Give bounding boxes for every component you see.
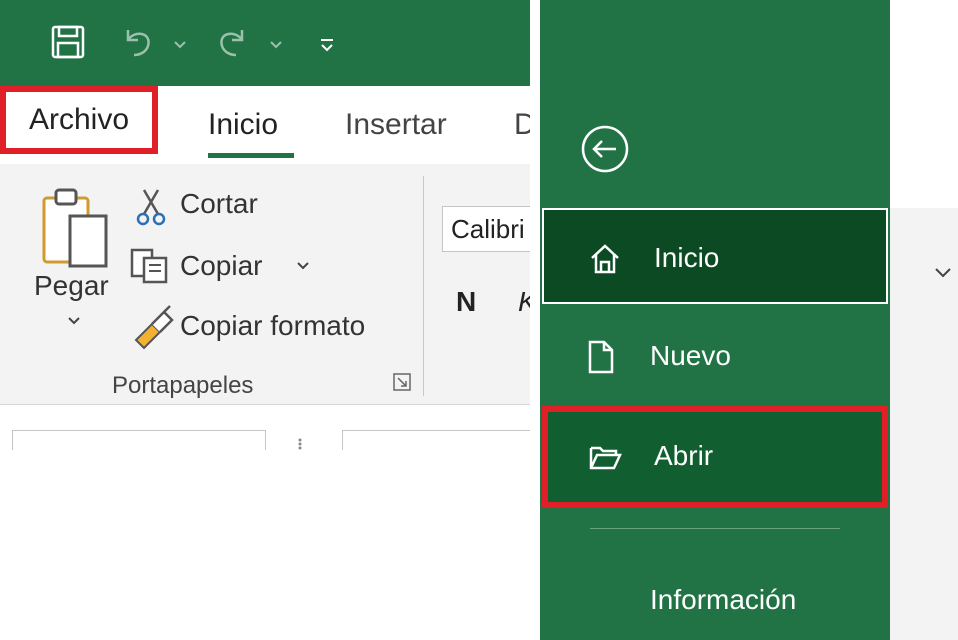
tab-insertar[interactable]: Insertar <box>345 108 447 142</box>
tab-partial[interactable]: D <box>514 108 530 142</box>
paste-icon[interactable] <box>40 186 110 276</box>
new-document-icon <box>588 340 614 374</box>
ribbon-body: Pegar Cortar Copiar Copiar formato Porta… <box>0 164 530 404</box>
backstage-item-label: Abrir <box>654 440 714 471</box>
undo-button[interactable] <box>118 22 158 62</box>
group-divider <box>423 176 424 396</box>
formula-bar[interactable] <box>342 430 530 450</box>
backstage-divider <box>590 528 840 529</box>
customize-icon <box>321 39 333 52</box>
copy-icon[interactable] <box>130 248 174 284</box>
tab-archivo-label: Archivo <box>28 103 130 136</box>
home-icon <box>591 244 619 274</box>
save-button[interactable] <box>48 22 88 62</box>
font-name-combobox[interactable]: Calibri <box>442 206 530 252</box>
ribbon-divider <box>0 404 530 405</box>
format-painter-icon[interactable] <box>130 304 176 350</box>
tab-inicio[interactable]: Inicio <box>208 108 278 142</box>
undo-dropdown[interactable] <box>170 30 190 60</box>
backstage-item-informacion[interactable]: Información <box>650 584 796 616</box>
clipboard-group-label: Portapapeles <box>112 372 254 399</box>
backstage-nav: Inicio Nuevo Abrir Información <box>540 0 890 640</box>
back-arrow-icon[interactable] <box>580 124 630 174</box>
tab-archivo[interactable]: Archivo <box>0 86 158 154</box>
active-tab-indicator <box>208 153 294 158</box>
ribbon-crop: Archivo Inicio Insertar D Pegar Cortar C… <box>0 0 530 450</box>
italic-button[interactable]: K <box>518 286 530 318</box>
font-name-value: Calibri <box>451 214 525 244</box>
scissors-icon[interactable] <box>134 188 168 226</box>
customize-qat-button[interactable] <box>315 30 339 60</box>
redo-button[interactable] <box>212 22 252 62</box>
chevron-down-icon <box>270 41 282 49</box>
chevron-down-icon[interactable] <box>932 266 954 280</box>
more-icon[interactable] <box>296 438 304 450</box>
quick-access-toolbar <box>0 0 530 86</box>
backstage-item-label: Nuevo <box>650 340 731 371</box>
open-folder-icon <box>589 446 622 470</box>
bold-button[interactable]: N <box>456 286 476 318</box>
copy-button[interactable]: Copiar <box>180 250 262 282</box>
backstage-item-nuevo[interactable]: Nuevo <box>540 308 890 404</box>
format-painter-button[interactable]: Copiar formato <box>180 310 365 342</box>
backstage-item-abrir[interactable]: Abrir <box>542 406 888 508</box>
cut-button[interactable]: Cortar <box>180 188 258 220</box>
dialog-launcher-icon[interactable] <box>392 372 412 392</box>
redo-dropdown[interactable] <box>266 30 286 60</box>
redo-icon <box>220 30 244 57</box>
backstage-item-label: Inicio <box>654 242 720 273</box>
ribbon-tab-bar: Archivo Inicio Insertar D <box>0 86 530 164</box>
backstage-item-inicio[interactable]: Inicio <box>542 208 888 304</box>
paste-button[interactable]: Pegar <box>34 270 109 302</box>
chevron-down-icon[interactable] <box>64 314 84 328</box>
undo-icon <box>126 30 150 57</box>
chevron-down-icon <box>174 41 186 49</box>
save-icon <box>51 25 85 59</box>
name-box[interactable] <box>12 430 266 450</box>
chevron-down-icon[interactable] <box>294 260 312 272</box>
